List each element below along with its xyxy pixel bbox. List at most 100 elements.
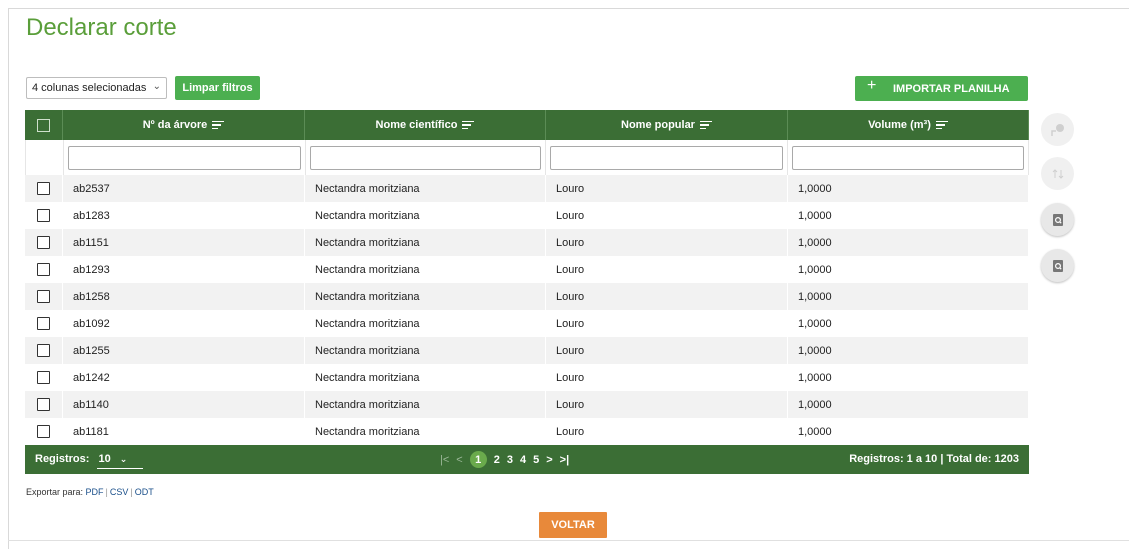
last-page-icon[interactable]: >| bbox=[560, 454, 570, 466]
row-checkbox[interactable] bbox=[37, 209, 50, 222]
table-row[interactable]: ab1283 Nectandra moritziana Louro 1,0000 bbox=[25, 202, 1029, 229]
table-row[interactable]: ab1242 Nectandra moritziana Louro 1,0000 bbox=[25, 364, 1029, 391]
cell-volume: 1,0000 bbox=[788, 310, 1029, 337]
cell-scientific-name: Nectandra moritziana bbox=[305, 175, 546, 202]
row-checkbox[interactable] bbox=[37, 182, 50, 195]
row-checkbox[interactable] bbox=[37, 425, 50, 438]
cell-tree-number: ab1283 bbox=[63, 202, 305, 229]
cell-scientific-name: Nectandra moritziana bbox=[305, 391, 546, 418]
import-spreadsheet-label: IMPORTAR PLANILHA bbox=[893, 83, 1010, 95]
cell-tree-number: ab1181 bbox=[63, 418, 305, 445]
row-checkbox[interactable] bbox=[37, 398, 50, 411]
export-csv-link[interactable]: CSV bbox=[110, 487, 129, 497]
cell-scientific-name: Nectandra moritziana bbox=[305, 310, 546, 337]
table-row[interactable]: ab1181 Nectandra moritziana Louro 1,0000 bbox=[25, 418, 1029, 445]
row-checkbox[interactable] bbox=[37, 236, 50, 249]
column-header-scientific-name[interactable]: Nome científico bbox=[305, 110, 546, 140]
export-label: Exportar para: bbox=[26, 487, 84, 497]
next-page-icon[interactable]: > bbox=[546, 454, 552, 466]
page-number[interactable]: 4 bbox=[520, 454, 526, 466]
row-checkbox[interactable] bbox=[37, 344, 50, 357]
filter-tree-number-input[interactable] bbox=[67, 145, 301, 170]
cell-popular-name: Louro bbox=[546, 283, 788, 310]
chevron-down-icon: ⌄ bbox=[152, 81, 161, 92]
page-number[interactable]: 3 bbox=[507, 454, 513, 466]
column-select[interactable]: 4 colunas selecionadas ⌄ bbox=[26, 77, 167, 99]
column-header-popular-name[interactable]: Nome popular bbox=[546, 110, 788, 140]
cell-popular-name: Louro bbox=[546, 391, 788, 418]
select-all-checkbox[interactable] bbox=[37, 118, 50, 132]
clear-filters-button[interactable]: Limpar filtros bbox=[175, 76, 260, 100]
cell-tree-number: ab1140 bbox=[63, 391, 305, 418]
cell-volume: 1,0000 bbox=[788, 391, 1029, 418]
cell-volume: 1,0000 bbox=[788, 337, 1029, 364]
sort-arrows-icon[interactable] bbox=[1041, 157, 1074, 190]
page-size-control[interactable]: Registros: 10 ⌄ bbox=[35, 453, 143, 469]
cell-tree-number: ab1151 bbox=[63, 229, 305, 256]
filter-lines-icon[interactable] bbox=[699, 119, 712, 132]
page-number[interactable]: 2 bbox=[494, 454, 500, 466]
cell-volume: 1,0000 bbox=[788, 364, 1029, 391]
cell-popular-name: Louro bbox=[546, 418, 788, 445]
filter-popular-name-input[interactable] bbox=[550, 145, 784, 170]
table-row[interactable]: ab1293 Nectandra moritziana Louro 1,0000 bbox=[25, 256, 1029, 283]
filter-lines-icon[interactable] bbox=[935, 119, 948, 132]
cell-tree-number: ab1092 bbox=[63, 310, 305, 337]
filter-lines-icon[interactable] bbox=[212, 119, 225, 132]
chevron-down-icon[interactable]: ⌄ bbox=[120, 454, 128, 465]
export-links: Exportar para: PDF | CSV | ODT bbox=[26, 487, 154, 497]
page-number[interactable]: 5 bbox=[533, 454, 539, 466]
cell-scientific-name: Nectandra moritziana bbox=[305, 283, 546, 310]
header-select-all[interactable] bbox=[25, 110, 63, 140]
filter-row bbox=[25, 140, 1029, 175]
column-header-volume[interactable]: Volume (m³) bbox=[788, 110, 1029, 140]
cell-scientific-name: Nectandra moritziana bbox=[305, 202, 546, 229]
row-checkbox[interactable] bbox=[37, 371, 50, 384]
filter-lines-icon[interactable] bbox=[462, 119, 475, 132]
cell-popular-name: Louro bbox=[546, 202, 788, 229]
cell-tree-number: ab1258 bbox=[63, 283, 305, 310]
document-search-icon[interactable] bbox=[1041, 249, 1074, 282]
cell-volume: 1,0000 bbox=[788, 283, 1029, 310]
divider bbox=[8, 540, 1129, 541]
cell-volume: 1,0000 bbox=[788, 418, 1029, 445]
page-size-label: Registros: bbox=[35, 453, 90, 465]
cell-popular-name: Louro bbox=[546, 364, 788, 391]
filter-volume-input[interactable] bbox=[792, 145, 1024, 170]
table-row[interactable]: ab1092 Nectandra moritziana Louro 1,0000 bbox=[25, 310, 1029, 337]
cell-scientific-name: Nectandra moritziana bbox=[305, 337, 546, 364]
table-row[interactable]: ab1255 Nectandra moritziana Louro 1,0000 bbox=[25, 337, 1029, 364]
cell-scientific-name: Nectandra moritziana bbox=[305, 364, 546, 391]
cell-volume: 1,0000 bbox=[788, 202, 1029, 229]
cell-tree-number: ab1242 bbox=[63, 364, 305, 391]
column-header-tree-number[interactable]: Nº da árvore bbox=[63, 110, 305, 140]
cell-popular-name: Louro bbox=[546, 310, 788, 337]
cell-tree-number: ab1293 bbox=[63, 256, 305, 283]
cell-scientific-name: Nectandra moritziana bbox=[305, 418, 546, 445]
cell-scientific-name: Nectandra moritziana bbox=[305, 256, 546, 283]
trees-table: Nº da árvore Nome científico Nome popula… bbox=[25, 110, 1029, 474]
cell-scientific-name: Nectandra moritziana bbox=[305, 229, 546, 256]
export-odt-link[interactable]: ODT bbox=[135, 487, 154, 497]
cell-volume: 1,0000 bbox=[788, 229, 1029, 256]
row-checkbox[interactable] bbox=[37, 263, 50, 276]
filter-scientific-name-input[interactable] bbox=[309, 145, 542, 170]
table-row[interactable]: ab1140 Nectandra moritziana Louro 1,0000 bbox=[25, 391, 1029, 418]
row-checkbox[interactable] bbox=[37, 317, 50, 330]
table-footer: Registros: 10 ⌄ |< < 1 2 3 4 5 > >| Regi… bbox=[25, 445, 1029, 474]
table-row[interactable]: ab1258 Nectandra moritziana Louro 1,0000 bbox=[25, 283, 1029, 310]
map-pin-person-icon[interactable] bbox=[1041, 113, 1074, 146]
previous-page-icon[interactable]: < bbox=[456, 454, 462, 466]
document-search-icon[interactable] bbox=[1041, 203, 1074, 236]
table-row[interactable]: ab1151 Nectandra moritziana Louro 1,0000 bbox=[25, 229, 1029, 256]
page-number-current[interactable]: 1 bbox=[469, 451, 487, 468]
row-checkbox[interactable] bbox=[37, 290, 50, 303]
table-row[interactable]: ab2537 Nectandra moritziana Louro 1,0000 bbox=[25, 175, 1029, 202]
export-pdf-link[interactable]: PDF bbox=[86, 487, 104, 497]
first-page-icon[interactable]: |< bbox=[440, 454, 449, 466]
back-button[interactable]: VOLTAR bbox=[539, 512, 607, 538]
page-size-value[interactable]: 10 bbox=[98, 453, 110, 465]
import-spreadsheet-button[interactable]: + IMPORTAR PLANILHA bbox=[855, 76, 1028, 101]
cell-tree-number: ab2537 bbox=[63, 175, 305, 202]
cell-popular-name: Louro bbox=[546, 229, 788, 256]
